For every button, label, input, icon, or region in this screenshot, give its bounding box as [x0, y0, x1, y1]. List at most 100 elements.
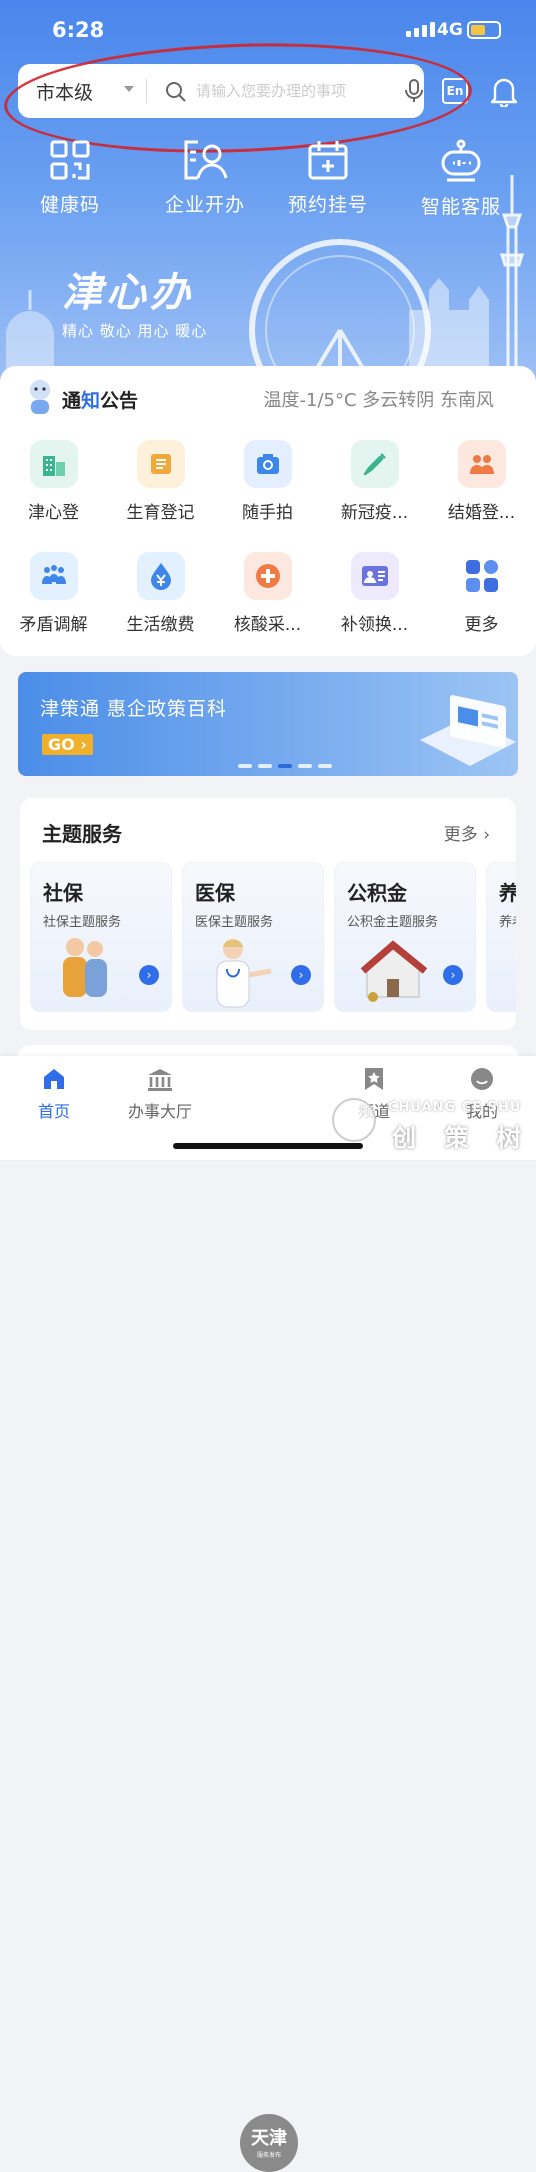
theme-card-social-security[interactable]: 社保 社保主题服务 ›	[30, 862, 172, 1012]
medical-cross-icon	[243, 552, 292, 600]
weather-text: 温度-1/5°C 多云转阴 东南风	[263, 390, 494, 411]
quick-business-setup[interactable]: 企业开办	[140, 138, 270, 219]
brand-logo: 津心办 精心 敬心 用心 暖心	[62, 260, 207, 341]
watermark-logo	[332, 1098, 376, 1142]
hero-header: 6:28 4G 市本级 请输入您要办理的事项 En 健康码 企业开办 预约挂号 …	[0, 0, 536, 420]
dome-building-illustration	[6, 290, 54, 380]
bookmark-star-icon	[365, 1068, 383, 1090]
building-icon	[29, 440, 78, 488]
service-utility-payment[interactable]: 生活缴费	[107, 546, 214, 658]
service-id-replacement[interactable]: 补领换...	[321, 546, 428, 658]
more-link[interactable]: 更多 ›	[444, 820, 490, 845]
quick-label: 智能客服	[420, 196, 501, 218]
church-illustration	[409, 278, 489, 380]
service-label: 随手拍	[242, 503, 293, 523]
service-covid-vaccine[interactable]: 新冠疫...	[321, 434, 428, 546]
banner-title: 津策通 惠企政策百科	[40, 698, 228, 720]
service-label: 生活缴费	[126, 615, 195, 635]
service-label: 核酸采...	[233, 615, 302, 635]
house-key-illustration	[360, 940, 428, 1002]
card-subtitle: 医保主题服务	[195, 915, 274, 930]
theme-services-section: 主题服务 更多 › 社保 社保主题服务 › 医保 医保主题服务 › 公积金 公积…	[20, 798, 516, 1030]
quick-label: 健康码	[39, 194, 100, 216]
elderly-couple-illustration	[63, 938, 107, 997]
section-title: 主题服务	[42, 822, 122, 846]
theme-card-medical-insurance[interactable]: 医保 医保主题服务 ›	[182, 862, 324, 1012]
grid-more-icon	[458, 552, 506, 600]
quick-label: 企业开办	[164, 194, 245, 216]
calendar-add-icon	[308, 141, 348, 180]
services-panel: 通知公告 温度-1/5°C 多云转阴 东南风 津心登 生育登记 随手拍 新冠疫.…	[0, 366, 536, 656]
theme-card-list: 社保 社保主题服务 › 医保 医保主题服务 › 公积金 公积金主题服务 › 养 …	[30, 862, 516, 1012]
chevron-right-icon[interactable]: ›	[139, 965, 159, 985]
service-label: 更多	[464, 615, 499, 635]
service-jinxindeng[interactable]: 津心登	[0, 434, 107, 546]
service-label: 结婚登...	[447, 503, 516, 523]
bell-icon[interactable]	[489, 75, 519, 107]
home-indicator	[173, 1143, 363, 1149]
service-grid: 津心登 生育登记 随手拍 新冠疫... 结婚登... 矛盾调解 生活缴费 核酸采…	[0, 434, 536, 658]
quick-actions: 健康码 企业开办 预约挂号 智能客服	[0, 138, 536, 219]
banner-go-button[interactable]: GO ›	[42, 734, 93, 755]
notice-bar[interactable]: 通知公告 温度-1/5°C 多云转阴 东南风	[0, 366, 536, 428]
card-title: 养	[499, 881, 516, 905]
brand-name: 津心办	[62, 269, 194, 316]
notice-title: 通知公告	[62, 390, 139, 412]
battery-icon	[467, 21, 501, 39]
service-label: 津心登	[28, 503, 79, 523]
quick-appointment[interactable]: 预约挂号	[270, 138, 386, 219]
yuan-drop-icon	[136, 552, 185, 600]
chevron-right-icon[interactable]: ›	[443, 965, 463, 985]
document-icon	[136, 440, 185, 488]
service-dispute-mediation[interactable]: 矛盾调解	[0, 546, 107, 658]
tianjin-emblem-button[interactable]: 天津 服务发布	[240, 2114, 298, 2172]
card-title: 公积金	[347, 881, 407, 905]
watermark-line1: CHUANG CE SHU	[388, 1100, 522, 1115]
syringe-icon	[350, 440, 399, 488]
status-time: 6:28	[52, 18, 105, 42]
qr-code-icon	[50, 140, 90, 180]
card-subtitle: 公积金主题服务	[347, 915, 439, 930]
service-more[interactable]: 更多	[428, 546, 535, 658]
service-label: 补领换...	[340, 615, 409, 635]
id-card-icon	[350, 552, 399, 600]
camera-icon	[243, 440, 292, 488]
people-icon	[29, 552, 78, 600]
service-row: 矛盾调解 生活缴费 核酸采... 补领换... 更多	[0, 546, 536, 658]
card-subtitle: 养老	[499, 915, 516, 930]
service-label: 矛盾调解	[19, 615, 88, 635]
doctor-illustration	[216, 939, 272, 1008]
service-nucleic-acid[interactable]: 核酸采...	[214, 546, 321, 658]
user-face-icon	[471, 1068, 493, 1090]
service-snapshot[interactable]: 随手拍	[214, 434, 321, 546]
service-birth-registration[interactable]: 生育登记	[107, 434, 214, 546]
service-marriage-registration[interactable]: 结婚登...	[428, 434, 535, 546]
card-title: 社保	[43, 881, 83, 905]
card-subtitle: 社保主题服务	[43, 915, 122, 930]
theme-card-housing-fund[interactable]: 公积金 公积金主题服务 ›	[334, 862, 476, 1012]
watermark-line2: 创 策 树	[392, 1124, 531, 1152]
couple-icon	[457, 440, 506, 488]
quick-health-code[interactable]: 健康码	[0, 138, 140, 219]
emblem-subtext: 服务发布	[256, 2152, 281, 2159]
carousel-indicator[interactable]	[238, 764, 332, 768]
bank-building-icon	[148, 1069, 172, 1091]
tab-service-hall[interactable]: 办事大厅	[112, 1066, 208, 1122]
chevron-right-icon[interactable]: ›	[291, 965, 311, 985]
policy-banner[interactable]: 津策通 惠企政策百科 GO ›	[18, 672, 518, 776]
business-id-icon	[184, 140, 228, 180]
laptop-illustration	[420, 695, 516, 766]
robot-icon	[441, 139, 481, 182]
signal-icon	[406, 22, 435, 37]
brand-slogan: 精心 敬心 用心 暖心	[62, 322, 208, 340]
service-label: 新冠疫...	[340, 503, 409, 523]
network-label: 4G	[437, 20, 463, 40]
tab-label: 办事大厅	[127, 1102, 192, 1121]
quick-label: 预约挂号	[287, 194, 368, 216]
service-label: 生育登记	[126, 503, 195, 523]
tab-label: 首页	[37, 1102, 70, 1121]
theme-card-elderly[interactable]: 养 养老	[486, 862, 516, 1012]
service-row: 津心登 生育登记 随手拍 新冠疫... 结婚登...	[0, 434, 536, 546]
tab-home[interactable]: 首页	[6, 1066, 102, 1122]
home-icon	[44, 1069, 64, 1089]
